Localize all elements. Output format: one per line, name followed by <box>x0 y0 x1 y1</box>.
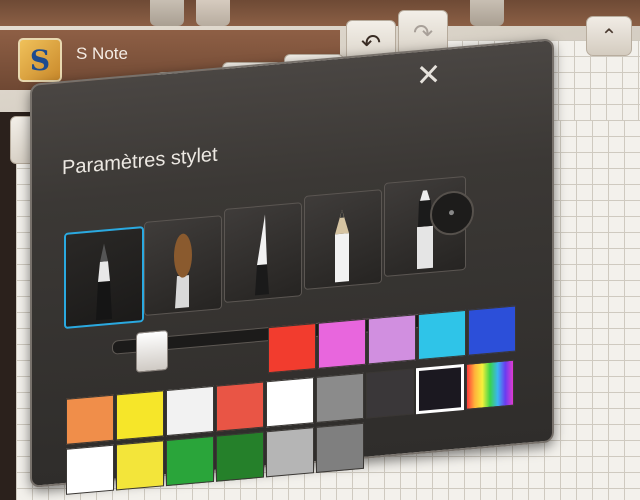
pen-pencil[interactable] <box>304 189 382 291</box>
color-swatch[interactable] <box>418 309 466 361</box>
pen-fountain-pen[interactable] <box>64 226 144 330</box>
fountain-pen-icon <box>96 243 112 321</box>
s-note-logo: S <box>18 38 62 82</box>
pen-settings-panel: Paramètres stylet ✕ <box>30 38 554 495</box>
status-button[interactable] <box>150 0 184 26</box>
color-swatch[interactable] <box>466 359 514 410</box>
pencil-icon <box>335 209 349 283</box>
chevron-up-icon: ⌃ <box>600 25 618 48</box>
color-swatch[interactable] <box>216 381 264 432</box>
color-swatch[interactable] <box>166 435 214 487</box>
redo-icon: ↷ <box>412 19 434 47</box>
status-button[interactable] <box>470 0 504 26</box>
color-swatch[interactable] <box>366 368 414 419</box>
calligraphy-brush-icon <box>255 214 269 296</box>
color-swatch[interactable] <box>66 444 114 495</box>
color-swatch[interactable] <box>116 440 164 491</box>
color-swatch[interactable] <box>266 427 314 478</box>
help-icon[interactable] <box>196 0 230 26</box>
color-swatch[interactable] <box>318 318 366 369</box>
color-swatch[interactable] <box>266 377 314 428</box>
color-swatch[interactable] <box>416 364 464 415</box>
panel-title: Paramètres stylet <box>62 143 218 180</box>
color-swatch[interactable] <box>216 431 264 482</box>
color-swatch[interactable] <box>66 394 114 445</box>
close-icon[interactable]: ✕ <box>416 58 441 93</box>
color-swatch[interactable] <box>368 314 416 365</box>
status-bar <box>0 0 640 26</box>
color-swatch[interactable] <box>316 422 364 473</box>
color-swatch[interactable] <box>316 372 364 423</box>
color-swatch[interactable] <box>268 322 316 374</box>
color-swatch[interactable] <box>166 385 214 437</box>
pen-calligraphy-brush[interactable] <box>224 202 302 304</box>
color-swatch[interactable] <box>116 390 164 441</box>
brush-icon <box>174 233 192 309</box>
app-title: S Note <box>76 44 128 63</box>
color-swatch[interactable] <box>468 305 516 356</box>
pen-brush[interactable] <box>144 215 222 317</box>
pen-size-slider-thumb[interactable] <box>136 329 168 373</box>
collapse-toolbar-button[interactable]: ⌃ <box>586 16 632 56</box>
